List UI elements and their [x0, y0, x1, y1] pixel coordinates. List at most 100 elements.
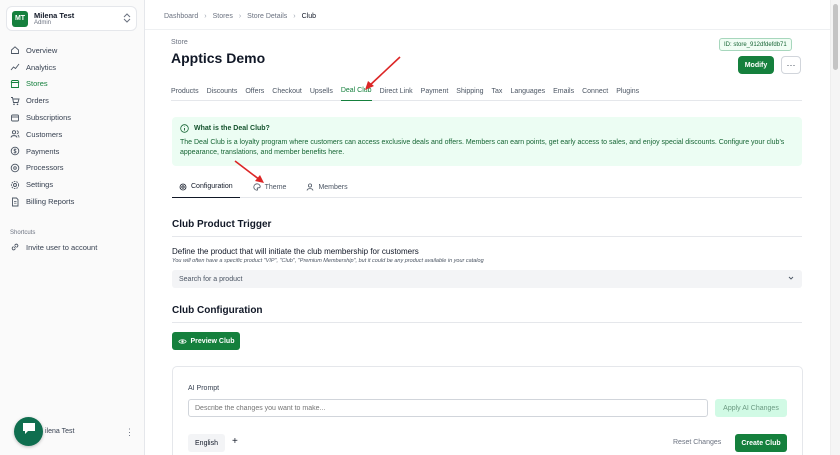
store-icon — [10, 79, 20, 89]
sidebar-item-label: Billing Reports — [26, 197, 75, 207]
ai-prompt-label: AI Prompt — [188, 385, 220, 392]
sidebar-item-orders[interactable]: Orders — [10, 92, 138, 109]
sidebar-item-settings[interactable]: Settings — [10, 176, 138, 193]
sidebar-item-payments[interactable]: Payments — [10, 143, 138, 160]
chat-widget-button[interactable] — [14, 416, 43, 446]
preview-club-button[interactable]: Preview Club — [172, 332, 240, 350]
info-title-text: What is the Deal Club? — [194, 125, 270, 132]
user-menu-icon[interactable]: ⋮ — [125, 427, 134, 438]
sidebar-item-label: Settings — [26, 180, 54, 190]
bottom-user-name: ilena Test — [45, 427, 75, 435]
sidebar: MT Milena Test Admin Overview Analytics … — [0, 0, 145, 455]
breadcrumb-dashboard[interactable]: Dashboard — [164, 13, 198, 20]
store-label: Store — [171, 39, 188, 46]
tab-configuration[interactable]: Configuration — [172, 176, 240, 198]
modify-button[interactable]: Modify — [738, 56, 774, 74]
tab-offers[interactable]: Offers — [245, 81, 264, 101]
tab-discounts[interactable]: Discounts — [207, 81, 238, 101]
tab-label: Members — [318, 183, 348, 191]
avatar: MT — [12, 10, 28, 27]
tab-shipping[interactable]: Shipping — [456, 81, 483, 101]
sidebar-item-label: Orders — [26, 96, 49, 106]
store-id-badge[interactable]: ID: store_912dfdefdb71 — [719, 38, 792, 51]
account-switcher[interactable]: MT Milena Test Admin — [6, 6, 137, 31]
tab-languages[interactable]: Languages — [510, 81, 545, 101]
user-info: Milena Test Admin — [34, 11, 123, 27]
club-config-card: AI Prompt Apply AI Changes English + Res… — [172, 366, 803, 455]
chart-icon — [10, 62, 20, 72]
sidebar-nav: Overview Analytics Stores Orders Subscri… — [10, 42, 138, 210]
breadcrumb: Dashboard › Stores › Store Details › Clu… — [164, 13, 316, 20]
shortcut-invite-user[interactable]: Invite user to account — [10, 242, 97, 252]
chat-icon — [22, 422, 36, 440]
add-language-button[interactable]: + — [232, 436, 238, 447]
trigger-field-hint: You will often have a specific product "… — [172, 258, 484, 264]
sidebar-item-analytics[interactable]: Analytics — [10, 59, 138, 76]
tab-connect[interactable]: Connect — [582, 81, 608, 101]
trigger-field-label: Define the product that will initiate th… — [172, 247, 419, 256]
sidebar-item-subscriptions[interactable]: Subscriptions — [10, 109, 138, 126]
sidebar-item-stores[interactable]: Stores — [10, 76, 138, 93]
sidebar-item-label: Analytics — [26, 62, 57, 72]
info-title: What is the Deal Club? — [180, 124, 794, 133]
tab-upsells[interactable]: Upsells — [310, 81, 333, 101]
section-divider — [172, 236, 802, 237]
user-name: Milena Test — [34, 10, 75, 20]
info-icon — [180, 124, 189, 133]
tab-emails[interactable]: Emails — [553, 81, 574, 101]
breadcrumb-separator: › — [238, 13, 242, 20]
sidebar-item-label: Overview — [26, 45, 58, 55]
scrollbar-thumb[interactable] — [833, 4, 838, 70]
tab-plugins[interactable]: Plugins — [616, 81, 639, 101]
preview-label: Preview Club — [190, 337, 235, 345]
card-icon — [10, 163, 20, 173]
tab-members[interactable]: Members — [299, 176, 354, 198]
more-options-button[interactable]: ··· — [781, 56, 801, 74]
sidebar-item-label: Customers — [26, 129, 63, 139]
chevron-updown-icon — [123, 12, 131, 25]
tab-products[interactable]: Products — [171, 81, 199, 101]
home-icon — [10, 45, 20, 55]
apply-ai-changes-button[interactable]: Apply AI Changes — [715, 399, 787, 417]
breadcrumb-store-details[interactable]: Store Details — [247, 13, 287, 20]
users-icon — [10, 129, 20, 139]
header-divider — [145, 29, 830, 30]
sidebar-item-overview[interactable]: Overview — [10, 42, 138, 59]
user-icon — [306, 183, 314, 191]
breadcrumb-separator: › — [293, 13, 296, 20]
sidebar-item-customers[interactable]: Customers — [10, 126, 138, 143]
language-tab-english[interactable]: English — [188, 434, 225, 452]
user-role: Admin — [34, 19, 52, 26]
create-club-button[interactable]: Create Club — [735, 434, 787, 452]
ai-prompt-input[interactable] — [188, 399, 708, 417]
sidebar-item-label: Subscriptions — [26, 113, 72, 123]
sidebar-item-label: Processors — [26, 163, 64, 173]
sidebar-item-billing-reports[interactable]: Billing Reports — [10, 193, 138, 210]
club-configuration-heading: Club Configuration — [172, 305, 263, 316]
shortcut-label: Invite user to account — [26, 242, 98, 252]
annotation-arrow-theme — [234, 160, 264, 183]
cart-icon — [10, 96, 20, 106]
gear-icon — [179, 183, 187, 191]
tab-label: Configuration — [191, 183, 233, 190]
eye-icon — [177, 337, 187, 346]
tab-tax[interactable]: Tax — [492, 81, 503, 101]
breadcrumb-stores[interactable]: Stores — [213, 13, 233, 20]
sidebar-item-processors[interactable]: Processors — [10, 160, 138, 177]
annotation-arrow-deal-club — [365, 56, 401, 90]
product-search-select[interactable]: Search for a product — [172, 270, 802, 288]
sidebar-item-label: Payments — [26, 146, 60, 156]
section-divider — [172, 322, 802, 323]
reset-changes-button[interactable]: Reset Changes — [673, 439, 721, 446]
dollar-icon — [10, 146, 20, 156]
info-description: The Deal Club is a loyalty program where… — [180, 139, 785, 156]
bottom-user: ilena Test ⋮ — [14, 416, 138, 446]
breadcrumb-current: Club — [301, 13, 316, 20]
tab-checkout[interactable]: Checkout — [272, 81, 302, 101]
scrollbar[interactable] — [830, 0, 840, 455]
store-tabs: Products Discounts Offers Checkout Upsel… — [171, 81, 802, 101]
tab-payment[interactable]: Payment — [421, 81, 449, 101]
breadcrumb-separator: › — [204, 13, 207, 20]
shortcuts-heading: Shortcuts — [10, 230, 36, 236]
main-content: Dashboard › Stores › Store Details › Clu… — [145, 0, 830, 455]
